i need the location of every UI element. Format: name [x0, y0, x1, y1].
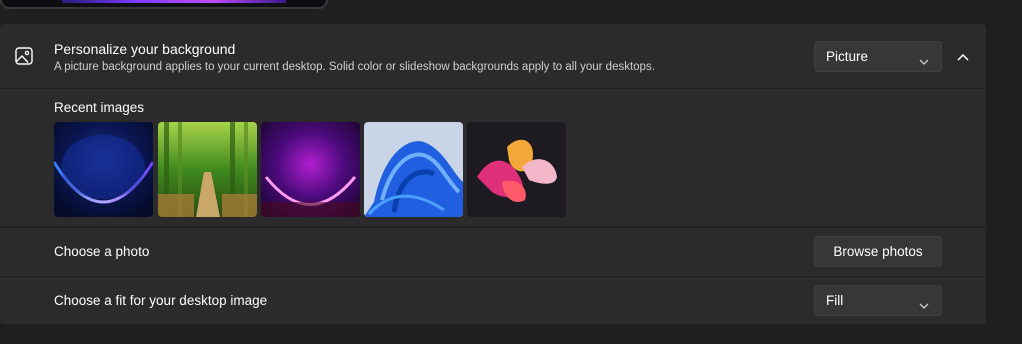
chevron-down-icon — [919, 53, 929, 65]
personalize-background-header[interactable]: Personalize your background A picture ba… — [0, 24, 986, 88]
chevron-up-icon — [957, 53, 969, 61]
collapse-section-button[interactable] — [950, 44, 976, 70]
recent-image-thumbnail-5[interactable] — [467, 122, 566, 217]
background-type-value: Picture — [826, 49, 869, 64]
image-icon — [14, 46, 34, 66]
choose-fit-label: Choose a fit for your desktop image — [54, 293, 268, 308]
choose-photo-row: Choose a photo Browse photos — [0, 228, 986, 276]
fit-dropdown[interactable]: Fill — [814, 285, 942, 316]
section-description: A picture background applies to your cur… — [54, 61, 655, 73]
background-type-dropdown[interactable]: Picture — [814, 41, 942, 72]
recent-image-thumbnail-1[interactable] — [54, 122, 153, 217]
browse-photos-button[interactable]: Browse photos — [814, 236, 942, 267]
choose-photo-label: Choose a photo — [54, 244, 150, 259]
desktop-preview-edge — [0, 0, 328, 9]
section-title: Personalize your background — [54, 41, 236, 57]
recent-image-thumbnail-3[interactable] — [261, 122, 360, 217]
choose-fit-row: Choose a fit for your desktop image Fill — [0, 277, 986, 324]
recent-image-thumbnail-2[interactable] — [158, 122, 257, 217]
preview-glow — [62, 0, 286, 3]
chevron-down-icon — [919, 297, 929, 309]
recent-images-section: Recent images — [0, 89, 986, 226]
recent-images-label: Recent images — [54, 100, 145, 115]
recent-image-thumbnail-4[interactable] — [364, 122, 463, 217]
fit-value: Fill — [826, 293, 844, 308]
